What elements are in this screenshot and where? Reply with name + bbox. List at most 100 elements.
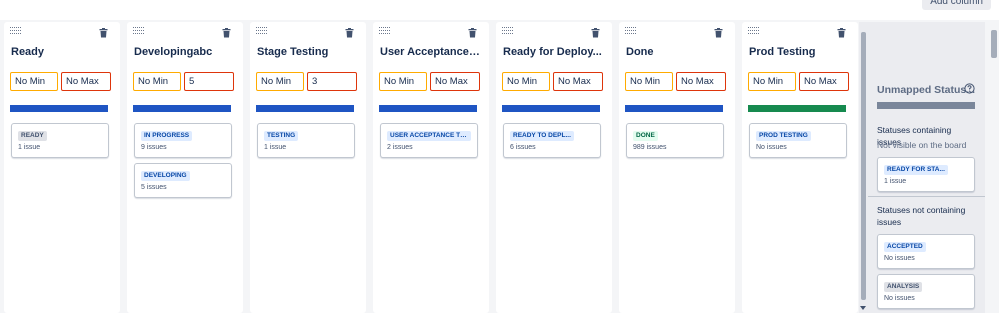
status-lozenge: ANALYSIS	[884, 282, 923, 292]
status-card[interactable]: PROD TESTING No issues	[749, 123, 847, 158]
status-lozenge: PROD TESTING	[756, 131, 811, 141]
status-lozenge: DEVELOPING	[141, 171, 190, 181]
column-max-input[interactable]	[799, 72, 849, 91]
drag-handle-icon[interactable]	[10, 27, 21, 34]
drag-handle-icon[interactable]	[625, 27, 636, 34]
column-limits	[625, 72, 729, 91]
column-limits	[748, 72, 852, 91]
status-issue-count: 1 issue	[264, 144, 287, 151]
trash-icon[interactable]	[837, 28, 846, 38]
column-max-input[interactable]	[553, 72, 603, 91]
board-column[interactable]: Prod Testing PROD TESTING No issues	[742, 22, 858, 313]
drag-handle-icon[interactable]	[256, 27, 267, 34]
status-lozenge: READY FOR STA...	[884, 165, 948, 175]
column-title[interactable]: Ready for Deploy...	[503, 46, 603, 58]
trash-icon[interactable]	[714, 28, 723, 38]
columns-scrollbar[interactable]	[859, 22, 868, 313]
status-lozenge: TESTING	[264, 131, 299, 141]
status-issue-count: 9 issues	[141, 144, 167, 151]
status-card[interactable]: DONE 989 issues	[626, 123, 724, 158]
status-card[interactable]: IN PROGRESS 9 issues	[134, 123, 232, 158]
unmapped-title: Unmapped Status...	[877, 84, 976, 96]
column-title[interactable]: Prod Testing	[749, 46, 849, 58]
board-column[interactable]: Stage Testing TESTING 1 issue	[250, 22, 366, 313]
column-min-input[interactable]	[133, 72, 181, 91]
column-color-bar	[133, 105, 231, 112]
page-scrollbar[interactable]	[989, 22, 999, 313]
status-lozenge: READY	[18, 131, 47, 141]
scrollbar-thumb[interactable]	[861, 32, 866, 300]
status-lozenge: IN PROGRESS	[141, 131, 193, 141]
column-min-input[interactable]	[379, 72, 427, 91]
status-lozenge: USER ACCEPTANCE TE...	[387, 131, 471, 141]
column-title[interactable]: Stage Testing	[257, 46, 357, 58]
status-card[interactable]: DEVELOPING 5 issues	[134, 163, 232, 198]
question-circle-icon[interactable]	[964, 83, 975, 94]
column-min-input[interactable]	[625, 72, 673, 91]
column-color-bar	[748, 105, 846, 112]
column-title[interactable]: Developingabc	[134, 46, 234, 58]
column-min-input[interactable]	[748, 72, 796, 91]
column-max-input[interactable]	[430, 72, 480, 91]
column-limits	[379, 72, 483, 91]
status-card[interactable]: TESTING 1 issue	[257, 123, 355, 158]
status-card[interactable]: ANALYSIS No issues	[877, 274, 975, 309]
status-issue-count: No issues	[884, 255, 915, 262]
status-lozenge: ACCEPTED	[884, 242, 926, 252]
scrollbar-thumb[interactable]	[991, 30, 997, 58]
not-containing-heading: Statuses not containing issues	[877, 205, 966, 227]
status-card[interactable]: READY 1 issue	[11, 123, 109, 158]
column-color-bar	[502, 105, 600, 112]
unmapped-statuses-panel: Unmapped Status... Statuses containing i…	[868, 22, 985, 313]
column-color-bar	[10, 105, 108, 112]
column-min-input[interactable]	[256, 72, 304, 91]
status-issue-count: No issues	[756, 144, 787, 151]
column-title[interactable]: Done	[626, 46, 726, 58]
column-max-input[interactable]	[676, 72, 726, 91]
trash-icon[interactable]	[468, 28, 477, 38]
column-limits	[133, 72, 237, 91]
drag-handle-icon[interactable]	[502, 27, 513, 34]
scroll-down-arrow-icon[interactable]	[860, 306, 866, 310]
column-max-input[interactable]	[307, 72, 357, 91]
status-issue-count: 2 issues	[387, 144, 413, 151]
status-issue-count: 6 issues	[510, 144, 536, 151]
status-issue-count: 5 issues	[141, 184, 167, 191]
column-title[interactable]: User Acceptance T...	[380, 46, 480, 58]
column-min-input[interactable]	[10, 72, 58, 91]
board-column[interactable]: Ready for Deploy... READY TO DEPL... 6 i…	[496, 22, 612, 313]
status-lozenge: DONE	[633, 131, 658, 141]
top-bar: Add column	[0, 0, 999, 20]
column-max-input[interactable]	[184, 72, 234, 91]
status-issue-count: No issues	[884, 295, 915, 302]
trash-icon[interactable]	[222, 28, 231, 38]
unmapped-bar	[877, 102, 975, 109]
status-issue-count: 989 issues	[633, 144, 667, 151]
drag-handle-icon[interactable]	[748, 27, 759, 34]
column-limits	[10, 72, 114, 91]
status-lozenge: READY TO DEPL...	[510, 131, 574, 141]
status-card[interactable]: READY FOR STA... 1 issue	[877, 157, 975, 192]
trash-icon[interactable]	[591, 28, 600, 38]
board-column[interactable]: Developingabc IN PROGRESS 9 issues DEVEL…	[127, 22, 243, 313]
drag-handle-icon[interactable]	[133, 27, 144, 34]
board-column[interactable]: Ready READY 1 issue	[4, 22, 120, 313]
column-title[interactable]: Ready	[11, 46, 111, 58]
status-card[interactable]: USER ACCEPTANCE TE... 2 issues	[380, 123, 478, 158]
board-column[interactable]: Done DONE 989 issues	[619, 22, 735, 313]
trash-icon[interactable]	[99, 28, 108, 38]
board-column[interactable]: User Acceptance T... USER ACCEPTANCE TE.…	[373, 22, 489, 313]
trash-icon[interactable]	[345, 28, 354, 38]
column-limits	[502, 72, 606, 91]
drag-handle-icon[interactable]	[379, 27, 390, 34]
status-card[interactable]: READY TO DEPL... 6 issues	[503, 123, 601, 158]
status-issue-count: 1 issue	[884, 178, 907, 185]
add-column-button[interactable]: Add column	[922, 0, 991, 10]
column-max-input[interactable]	[61, 72, 111, 91]
containing-note: Not visible on the board	[877, 140, 967, 150]
status-card[interactable]: ACCEPTED No issues	[877, 234, 975, 269]
column-color-bar	[379, 105, 477, 112]
column-min-input[interactable]	[502, 72, 550, 91]
section-divider	[868, 196, 985, 197]
column-limits	[256, 72, 360, 91]
